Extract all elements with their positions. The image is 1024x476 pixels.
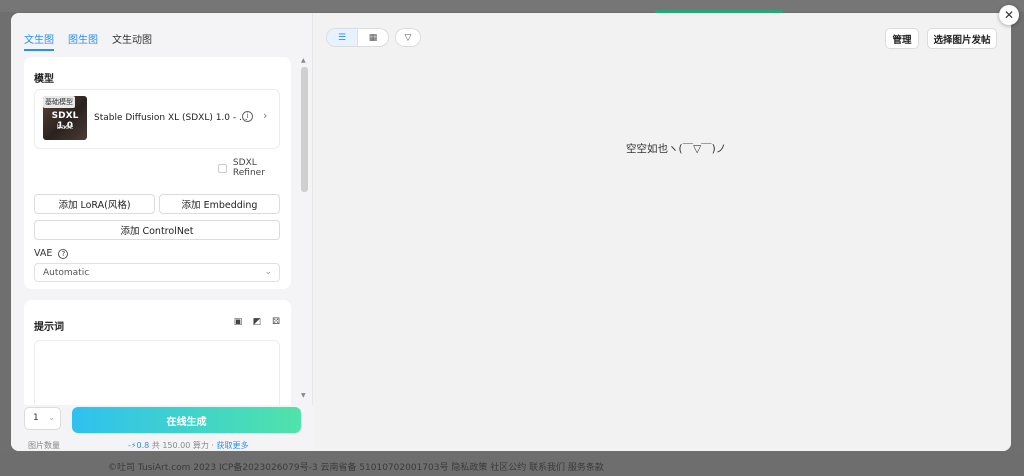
filter-icon: ▽: [404, 32, 412, 43]
add-controlnet-button[interactable]: 添加 ControlNet: [34, 220, 280, 240]
filter-button[interactable]: ▽: [395, 28, 421, 47]
chevron-right-icon: ›: [263, 109, 268, 122]
prompt-toolbar: ▣ ◩ ⚄: [233, 317, 281, 327]
background-footer: ©吐司 TusiArt.com 2023 ICP备2023026079号-3 云…: [0, 452, 1024, 476]
manage-button[interactable]: 管理: [885, 28, 919, 49]
scrollbar-thumb[interactable]: [301, 67, 308, 192]
dice-icon[interactable]: ⚄: [271, 317, 281, 327]
add-embedding-button[interactable]: 添加 Embedding: [159, 194, 280, 214]
quantity-value: 1: [33, 413, 39, 423]
left-scrollbar[interactable]: ▲ ▼: [300, 57, 309, 399]
vae-label: VAE ?: [34, 248, 69, 259]
model-selector[interactable]: 基础模型 SDXL 1.0 base Stable Diffusion XL (…: [34, 89, 280, 149]
generate-button[interactable]: 在线生成: [72, 407, 301, 433]
view-toggle: ☰ ▦: [326, 28, 389, 47]
add-lora-button[interactable]: 添加 LoRA(风格): [34, 194, 155, 214]
chevron-down-icon: ⌄: [48, 413, 55, 422]
vae-select[interactable]: Automatic ⌄: [34, 263, 280, 282]
model-card: 模型 基础模型 SDXL 1.0 base Stable Diffusion X…: [24, 57, 291, 289]
background-header: [0, 0, 1024, 12]
left-panel: 文生图 图生图 文生动图 模型 基础模型 SDXL 1.0 base Stabl…: [11, 13, 313, 451]
get-more-link[interactable]: 获取更多: [217, 441, 249, 450]
base-model-badge: 基础模型: [43, 96, 75, 108]
scroll-up-icon[interactable]: ▲: [301, 57, 306, 64]
grid-view-icon[interactable]: ▦: [358, 29, 388, 46]
vae-select-value: Automatic: [43, 268, 90, 278]
prompt-card: 提示词 ▣ ◩ ⚄: [24, 300, 291, 410]
generate-bar: 1 ⌄ 在线生成 图片数量 -⚡0.8 共 150.00 算力 · 获取更多: [11, 405, 313, 451]
tab-image-to-image[interactable]: 图生图: [68, 31, 98, 51]
empty-state-text: 空空如也ヽ(￣▽￣)ノ: [626, 143, 727, 155]
info-icon[interactable]: i: [242, 111, 253, 122]
palette-icon[interactable]: ◩: [252, 317, 262, 327]
sdxl-refiner-toggle[interactable]: SDXL Refiner: [218, 158, 291, 178]
select-image-post-button[interactable]: 选择图片发帖: [927, 28, 997, 49]
generation-modal: 文生图 图生图 文生动图 模型 基础模型 SDXL 1.0 base Stabl…: [11, 13, 1011, 451]
model-section-title: 模型: [34, 74, 54, 85]
image-icon[interactable]: ▣: [233, 317, 243, 327]
help-icon[interactable]: ?: [58, 248, 69, 259]
scroll-down-icon[interactable]: ▼: [301, 392, 306, 399]
vae-label-text: VAE: [34, 248, 53, 259]
gallery-panel: ☰ ▦ ▽ 管理 选择图片发帖 空空如也ヽ(￣▽￣)ノ: [313, 13, 1011, 451]
refiner-checkbox[interactable]: [218, 163, 227, 173]
mode-tabs: 文生图 图生图 文生动图: [24, 31, 152, 51]
refiner-label: SDXL Refiner: [232, 158, 265, 178]
prompt-section-title: 提示词: [34, 322, 64, 333]
credits-total: 共 150.00 算力 ·: [151, 441, 217, 450]
quantity-select[interactable]: 1 ⌄: [24, 407, 61, 430]
quantity-label: 图片数量: [28, 441, 60, 450]
thumbnail-subtitle: base: [56, 123, 74, 131]
prompt-input[interactable]: [34, 340, 280, 410]
credits-cost: -⚡0.8: [128, 441, 150, 450]
model-thumbnail: 基础模型 SDXL 1.0 base: [43, 96, 87, 140]
tab-text-to-image[interactable]: 文生图: [24, 31, 54, 51]
credits-info: -⚡0.8 共 150.00 算力 · 获取更多: [128, 440, 249, 451]
model-name: Stable Diffusion XL (SDXL) 1.0 - ...: [94, 113, 248, 123]
close-button[interactable]: ✕: [999, 5, 1019, 25]
tab-text-to-animation[interactable]: 文生动图: [112, 31, 152, 51]
chevron-down-icon: ⌄: [264, 267, 272, 277]
list-view-icon[interactable]: ☰: [327, 29, 358, 46]
close-icon: ✕: [1003, 8, 1015, 22]
